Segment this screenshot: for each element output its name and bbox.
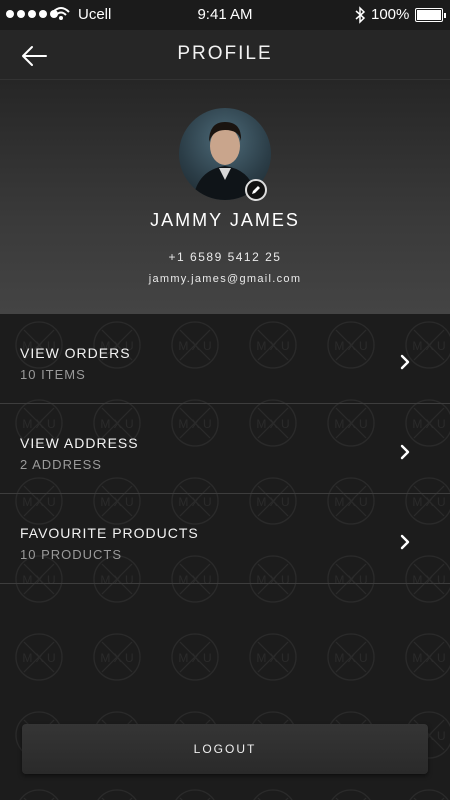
profile-header: JAMMY JAMES +1 6589 5412 25 jammy.james@…	[0, 80, 450, 314]
chevron-right-icon	[400, 444, 410, 460]
menu-item-label: VIEW ORDERS	[20, 345, 131, 361]
menu-item-label: FAVOURITE PRODUCTS	[20, 525, 199, 541]
menu-item-view-address[interactable]: VIEW ADDRESS 2 ADDRESS	[0, 404, 450, 494]
chevron-right-icon	[400, 354, 410, 370]
page-title: PROFILE	[177, 43, 273, 64]
menu-item-subtitle: 2 ADDRESS	[20, 457, 102, 472]
profile-phone: +1 6589 5412 25	[168, 250, 282, 264]
menu-item-label: VIEW ADDRESS	[20, 435, 139, 451]
profile-email: jammy.james@gmail.com	[148, 273, 302, 285]
logout-button[interactable]: LOGOUT	[22, 724, 428, 774]
profile-menu-list: M X U VIEW ORDERS 10 ITEMS VIEW ADDRESS …	[0, 314, 450, 800]
edit-avatar-button[interactable]	[245, 179, 267, 201]
top-nav-bar: PROFILE	[0, 30, 450, 80]
menu-item-subtitle: 10 ITEMS	[20, 367, 86, 382]
battery-percent: 100%	[371, 6, 410, 23]
menu-item-favourite-products[interactable]: FAVOURITE PRODUCTS 10 PRODUCTS	[0, 494, 450, 584]
chevron-right-icon	[400, 534, 410, 550]
battery-icon	[415, 8, 446, 22]
avatar-container	[179, 108, 271, 201]
menu-item-subtitle: 10 PRODUCTS	[20, 547, 123, 562]
divider	[0, 583, 450, 584]
bluetooth-icon	[355, 6, 366, 24]
profile-name: JAMMY JAMES	[150, 210, 300, 230]
status-bar: Ucell 9:41 AM 100%	[0, 0, 450, 30]
menu-item-view-orders[interactable]: VIEW ORDERS 10 ITEMS	[0, 314, 450, 404]
pencil-icon	[252, 186, 260, 194]
